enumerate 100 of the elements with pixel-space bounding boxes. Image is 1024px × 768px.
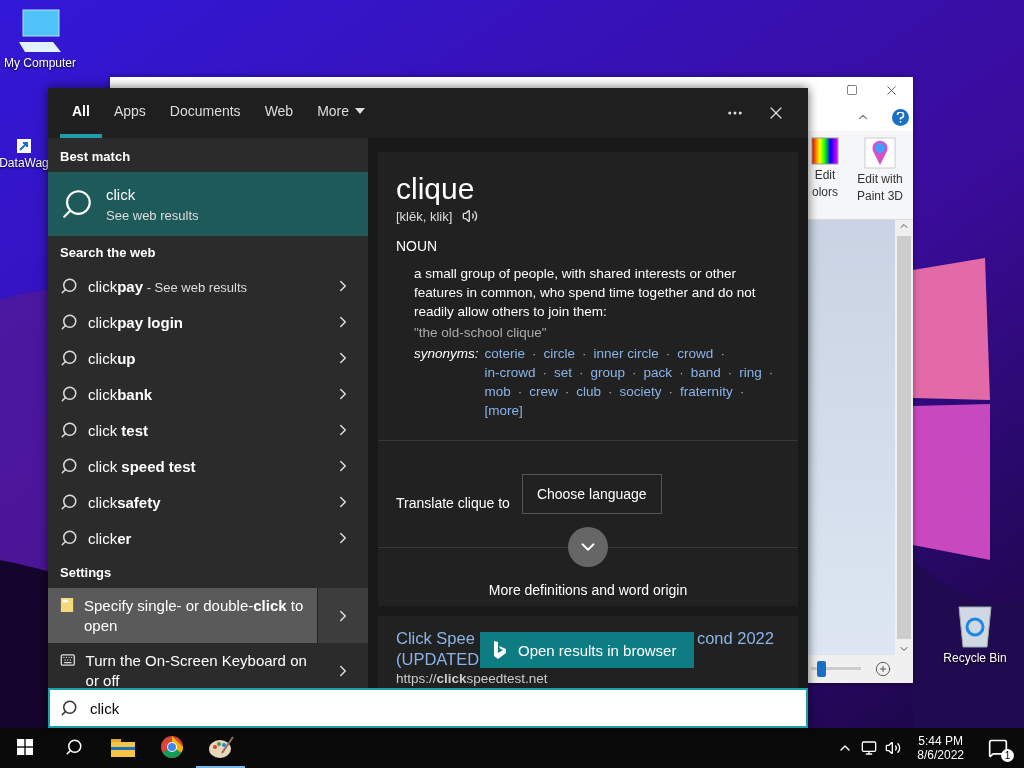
- definition-text: a small group of people, with shared interests or other features in common, who spend time together and do not readily allow others to join them:: [414, 265, 757, 321]
- synonym-link[interactable]: society: [619, 382, 662, 401]
- separator-dot: ·: [668, 383, 674, 401]
- synonym-link[interactable]: circle: [543, 344, 576, 363]
- synonym-link[interactable]: in-crowd: [484, 363, 536, 382]
- search-icon[interactable]: [64, 738, 83, 756]
- translate-label: Translate clique to: [396, 495, 510, 511]
- search-input[interactable]: click: [88, 698, 806, 718]
- web-suggestion[interactable]: click test: [48, 412, 368, 448]
- synonym-link[interactable]: inner circle: [593, 344, 659, 363]
- web-suggestion[interactable]: clickbank: [48, 376, 368, 412]
- synonym-link[interactable]: ring: [739, 363, 762, 382]
- message-icon[interactable]: [988, 738, 1008, 758]
- search-field[interactable]: click: [48, 688, 808, 728]
- separator-dot: ·: [632, 364, 637, 382]
- search-icon: [60, 699, 78, 717]
- expand-button[interactable]: [568, 527, 608, 567]
- section-header: Search the web: [59, 243, 157, 262]
- network-icon[interactable]: [861, 740, 878, 756]
- search-icon: [60, 277, 78, 295]
- synonym-link[interactable]: band: [690, 363, 721, 382]
- bing-logo-icon: [492, 640, 508, 660]
- result-title-link[interactable]: Click Spee: [396, 628, 475, 649]
- section-header: Best match: [59, 147, 132, 166]
- notification-badge: 1: [1001, 749, 1014, 762]
- separator-dot: ·: [720, 345, 725, 363]
- result-url: https://clickspeedtest.net: [396, 670, 549, 687]
- result-title-link[interactable]: cond 2022: [696, 628, 774, 649]
- synonym-link[interactable]: fraternity: [680, 382, 733, 401]
- separator-dot: ·: [768, 364, 774, 382]
- open-in-browser-button[interactable]: Open results in browser: [480, 632, 695, 668]
- search-icon: [60, 457, 78, 475]
- web-suggestion[interactable]: clickpay - See web results: [48, 268, 368, 304]
- filter-tab[interactable]: Web: [252, 88, 306, 138]
- filter-tab[interactable]: Apps: [101, 88, 158, 138]
- pronunciation: [klēk, klik]: [396, 208, 453, 224]
- separator-dot: ·: [739, 383, 745, 401]
- desktop-icon-label[interactable]: Recycle Bin: [943, 651, 1007, 665]
- synonym-link[interactable]: set: [554, 363, 573, 382]
- windows-logo-icon[interactable]: [16, 739, 33, 755]
- search-icon: [60, 187, 94, 221]
- notifications-button[interactable]: 1: [980, 730, 1016, 766]
- web-suggestion[interactable]: clickpay login: [48, 304, 368, 340]
- synonym-link[interactable]: group: [590, 363, 626, 382]
- more-dropdown[interactable]: More: [305, 88, 378, 138]
- synonym-link[interactable]: mob: [484, 382, 511, 401]
- separator-dot: ·: [582, 345, 587, 363]
- separator-dot: ·: [608, 383, 613, 401]
- paint-3d-icon: [864, 137, 896, 169]
- more-definitions-link[interactable]: More definitions and word origin: [488, 582, 688, 598]
- clock[interactable]: 5:44 PM 8/6/2022: [917, 734, 964, 762]
- maximize-icon[interactable]: [846, 84, 858, 96]
- search-icon: [60, 529, 78, 547]
- edit-colors-button[interactable]: Edit olors: [808, 135, 841, 201]
- shortcut-icon: [16, 138, 32, 154]
- separator-dot: ·: [727, 364, 733, 382]
- web-suggestion[interactable]: clicker: [48, 520, 368, 556]
- separator-dot: ·: [579, 364, 584, 382]
- separator-dot: ·: [532, 345, 537, 363]
- zoom-in-icon[interactable]: [875, 661, 891, 677]
- recycle-bin-icon: [955, 603, 995, 649]
- volume-icon[interactable]: [885, 740, 902, 756]
- separator-dot: ·: [542, 364, 548, 382]
- color-spectrum-icon: [810, 137, 839, 165]
- caret-icon: [355, 108, 366, 114]
- settings-page-icon: [60, 596, 74, 614]
- part-of-speech: NOUN: [396, 238, 439, 254]
- web-suggestion[interactable]: clickup: [48, 340, 368, 376]
- keyboard-icon: [60, 651, 76, 669]
- search-icon: [60, 313, 78, 331]
- separator-dot: ·: [517, 383, 523, 401]
- desktop-icon-label[interactable]: My Computer: [4, 56, 76, 70]
- separator-dot: ·: [679, 364, 684, 382]
- separator-dot: ·: [665, 345, 671, 363]
- help-icon[interactable]: [892, 108, 909, 126]
- search-icon: [60, 421, 78, 439]
- search-icon: [60, 349, 78, 367]
- more-link[interactable]: [more]: [484, 401, 523, 420]
- synonyms-label: synonyms:: [414, 345, 479, 363]
- definition-word: clique: [396, 172, 476, 206]
- edit-with-paint-3d-button[interactable]: Edit with Paint 3D: [854, 135, 905, 205]
- search-icon: [60, 493, 78, 511]
- filter-tab[interactable]: Documents: [157, 88, 253, 138]
- result-title-link[interactable]: (UPDATED: [396, 649, 480, 670]
- speaker-icon[interactable]: [462, 208, 479, 224]
- synonym-link[interactable]: pack: [643, 363, 673, 382]
- synonym-link[interactable]: crowd: [677, 344, 714, 363]
- best-match-item[interactable]: click See web results: [48, 172, 368, 236]
- synonym-link[interactable]: club: [576, 382, 602, 401]
- chrome-icon: [159, 735, 184, 759]
- desktop-icon-label[interactable]: DataWag: [0, 156, 49, 170]
- separator-dot: ·: [564, 383, 570, 401]
- choose-language-button[interactable]: Choose language: [521, 474, 662, 514]
- web-suggestion[interactable]: click speed test: [48, 448, 368, 484]
- synonym-link[interactable]: coterie: [484, 344, 526, 363]
- web-suggestion[interactable]: clicksafety: [48, 484, 368, 520]
- settings-result[interactable]: Turn the On-Screen Keyboard on or off: [48, 643, 318, 688]
- example-text: "the old-school clique": [414, 325, 548, 340]
- settings-result[interactable]: Specify single- or double-click to open: [48, 588, 317, 643]
- synonym-link[interactable]: crew: [529, 382, 558, 401]
